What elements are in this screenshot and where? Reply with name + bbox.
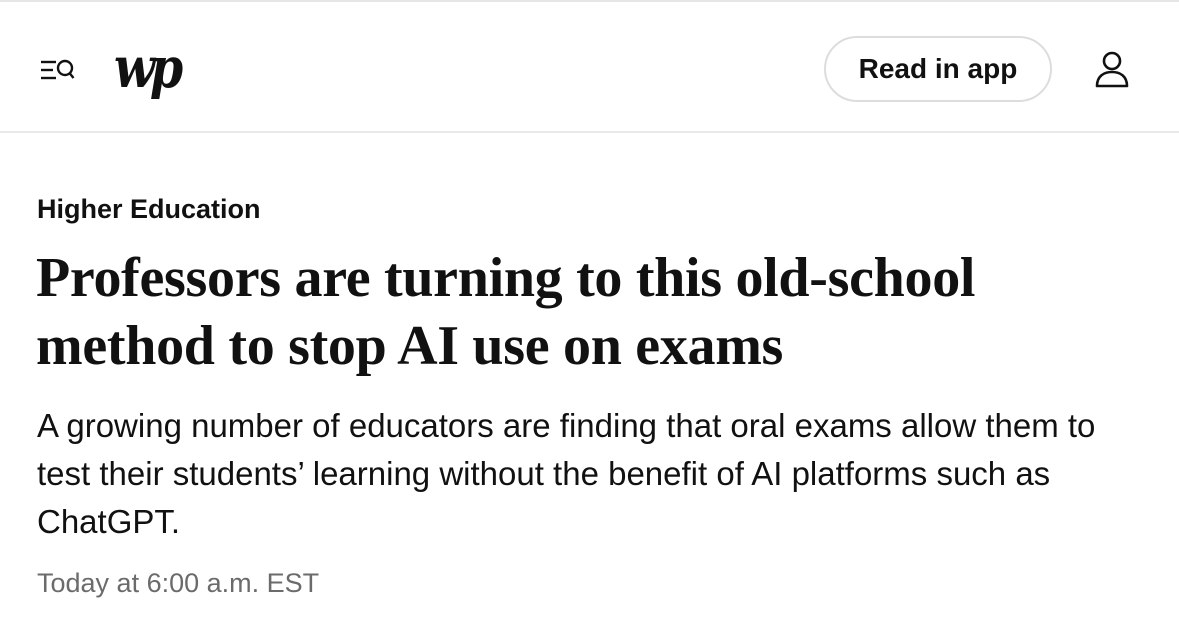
site-header: wp Read in app: [0, 2, 1179, 133]
read-in-app-button[interactable]: Read in app: [824, 36, 1052, 102]
logo-text: wp: [114, 35, 183, 101]
menu-search-icon[interactable]: [36, 50, 80, 90]
section-label[interactable]: Higher Education: [37, 192, 261, 226]
washington-post-logo[interactable]: wp: [114, 36, 190, 100]
user-icon[interactable]: [1093, 50, 1131, 90]
article-dek: A growing number of educators are findin…: [37, 407, 1096, 540]
article-headline: Professors are turning to this old-schoo…: [36, 247, 976, 377]
publish-timestamp: Today at 6:00 a.m. EST: [37, 568, 320, 598]
